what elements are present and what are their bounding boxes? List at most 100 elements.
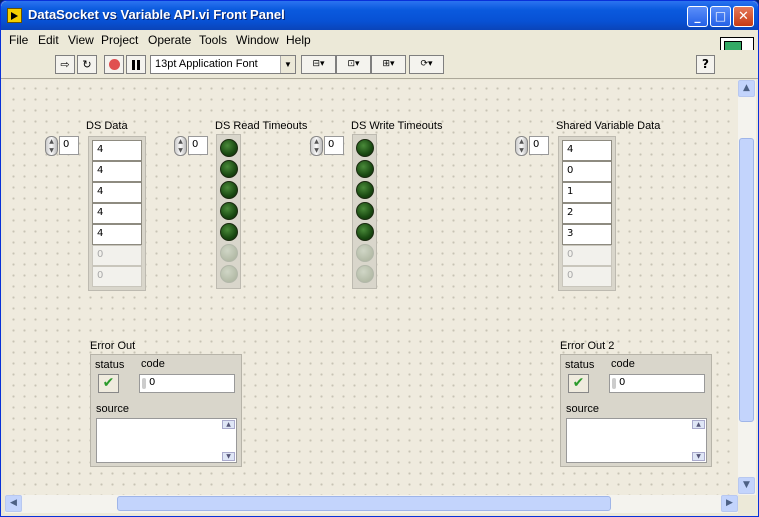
front-panel-window: DataSocket vs Variable API.vi Front Pane…	[0, 0, 759, 517]
scroll-left-icon[interactable]: ◀	[5, 495, 22, 512]
error-out-2-label: Error Out 2	[560, 340, 615, 352]
reorder-icon[interactable]: ⟳▾	[409, 55, 444, 74]
ds-read-timeouts-index[interactable]: ▲ ▼ 0	[174, 135, 209, 156]
code-field[interactable]: 0	[139, 374, 235, 393]
toolbar: ⇨ ↻ 13pt Application Font ▼ ⊟▾ ⊡▾ ⊞▾ ⟳▾ …	[1, 50, 758, 79]
menu-bar: File Edit View Project Operate Tools Win…	[1, 30, 758, 50]
resize-objects-icon[interactable]: ⊞▾	[371, 55, 406, 74]
boolean-led-icon[interactable]	[355, 202, 374, 220]
checkmark-icon[interactable]: ✔	[98, 374, 119, 393]
maximize-button[interactable]: □	[710, 6, 731, 27]
menu-file[interactable]: File	[9, 33, 28, 47]
scroll-down-icon[interactable]: ▼	[222, 452, 235, 461]
source-label: source	[96, 403, 130, 415]
ds-write-timeouts-index[interactable]: ▲ ▼ 0	[310, 135, 345, 156]
boolean-led-icon[interactable]	[219, 223, 238, 241]
pause-icon[interactable]	[126, 55, 146, 74]
shared-variable-data-label: Shared Variable Data	[556, 120, 661, 132]
boolean-led-icon[interactable]	[219, 139, 238, 157]
source-field[interactable]: ▲ ▼	[566, 418, 707, 463]
status-label: status	[565, 359, 595, 371]
boolean-led-icon[interactable]	[355, 160, 374, 178]
checkmark-icon[interactable]: ✔	[568, 374, 589, 393]
menu-help[interactable]: Help	[286, 33, 311, 47]
abort-icon[interactable]	[104, 55, 124, 74]
array-cell[interactable]: 4	[92, 203, 142, 224]
menu-operate[interactable]: Operate	[148, 33, 191, 47]
menu-window[interactable]: Window	[236, 33, 279, 47]
array-cell[interactable]: 2	[562, 203, 612, 224]
array-cell[interactable]: 0	[92, 266, 142, 287]
minimize-button[interactable]: _	[687, 6, 708, 27]
index-spinner-icon[interactable]: ▲ ▼	[515, 136, 528, 156]
ds-write-timeouts-array	[352, 134, 377, 289]
scroll-up-icon[interactable]: ▲	[692, 420, 705, 429]
array-cell[interactable]: 4	[562, 140, 612, 161]
menu-tools[interactable]: Tools	[199, 33, 227, 47]
horizontal-scroll-thumb[interactable]	[117, 496, 611, 511]
font-select[interactable]: 13pt Application Font ▼	[150, 55, 296, 74]
index-spinner-icon[interactable]: ▲ ▼	[174, 136, 187, 156]
array-cell[interactable]: 3	[562, 224, 612, 245]
source-scrollbar[interactable]: ▲ ▼	[692, 420, 705, 461]
scroll-down-icon[interactable]: ▼	[738, 477, 755, 494]
array-cell[interactable]: 4	[92, 140, 142, 161]
labview-icon	[7, 8, 22, 23]
error-out-label: Error Out	[90, 340, 136, 352]
boolean-led-icon[interactable]	[355, 244, 374, 262]
ds-read-timeouts-array	[216, 134, 241, 289]
menu-edit[interactable]: Edit	[38, 33, 59, 47]
distribute-objects-icon[interactable]: ⊡▾	[336, 55, 371, 74]
boolean-led-icon[interactable]	[219, 202, 238, 220]
run-arrow-icon[interactable]: ⇨	[55, 55, 75, 74]
boolean-led-icon[interactable]	[219, 265, 238, 283]
scroll-right-icon[interactable]: ▶	[721, 495, 738, 512]
array-cell[interactable]: 1	[562, 182, 612, 203]
source-label: source	[566, 403, 600, 415]
array-cell[interactable]: 4	[92, 224, 142, 245]
array-cell[interactable]: 4	[92, 161, 142, 182]
vertical-scroll-thumb[interactable]	[739, 138, 754, 422]
scroll-up-icon[interactable]: ▲	[222, 420, 235, 429]
code-field[interactable]: 0	[609, 374, 705, 393]
boolean-led-icon[interactable]	[219, 244, 238, 262]
menu-view[interactable]: View	[68, 33, 94, 47]
boolean-led-icon[interactable]	[355, 139, 374, 157]
context-help-button[interactable]: ?	[696, 55, 715, 74]
scroll-down-icon[interactable]: ▼	[692, 452, 705, 461]
code-label: code	[141, 358, 165, 370]
array-cell[interactable]: 4	[92, 182, 142, 203]
array-cell[interactable]: 0	[562, 245, 612, 266]
run-continuously-icon[interactable]: ↻	[77, 55, 97, 74]
array-cell[interactable]: 0	[562, 161, 612, 182]
vertical-scrollbar[interactable]: ▲ ▼	[738, 80, 756, 495]
ds-data-label: DS Data	[86, 120, 128, 132]
boolean-led-icon[interactable]	[355, 181, 374, 199]
title-bar[interactable]: DataSocket vs Variable API.vi Front Pane…	[1, 1, 758, 30]
source-scrollbar[interactable]: ▲ ▼	[222, 420, 235, 461]
horizontal-scrollbar[interactable]: ◀ ▶	[5, 495, 738, 513]
ds-data-array: 4 4 4 4 4 0 0	[88, 136, 146, 291]
boolean-led-icon[interactable]	[219, 181, 238, 199]
code-label: code	[611, 358, 635, 370]
ds-data-index-value[interactable]: 0	[59, 136, 79, 155]
menu-project[interactable]: Project	[101, 33, 138, 47]
close-button[interactable]: ✕	[733, 6, 754, 27]
index-spinner-icon[interactable]: ▲ ▼	[310, 136, 323, 156]
ds-write-timeouts-index-value[interactable]: 0	[324, 136, 344, 155]
ds-write-timeouts-label: DS Write Timeouts	[351, 120, 443, 132]
ds-data-index[interactable]: ▲ ▼ 0	[45, 135, 80, 156]
boolean-led-icon[interactable]	[355, 223, 374, 241]
source-field[interactable]: ▲ ▼	[96, 418, 237, 463]
boolean-led-icon[interactable]	[219, 160, 238, 178]
array-cell[interactable]: 0	[562, 266, 612, 287]
align-objects-icon[interactable]: ⊟▾	[301, 55, 336, 74]
index-spinner-icon[interactable]: ▲ ▼	[45, 136, 58, 156]
array-cell[interactable]: 0	[92, 245, 142, 266]
chevron-down-icon[interactable]: ▼	[280, 56, 295, 73]
shared-variable-data-index[interactable]: ▲ ▼ 0	[515, 135, 550, 156]
scroll-up-icon[interactable]: ▲	[738, 80, 755, 97]
shared-variable-data-index-value[interactable]: 0	[529, 136, 549, 155]
boolean-led-icon[interactable]	[355, 265, 374, 283]
ds-read-timeouts-index-value[interactable]: 0	[188, 136, 208, 155]
